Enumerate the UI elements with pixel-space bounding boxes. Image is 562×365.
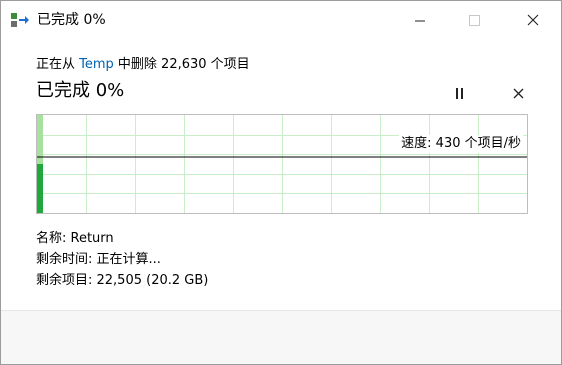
title-bar[interactable]: 已完成 0% bbox=[1, 1, 561, 39]
speed-graph-canvas bbox=[37, 115, 527, 213]
operation-description: 正在从 Temp 中删除 22,630 个项目 bbox=[36, 56, 250, 74]
speed-bar bbox=[37, 164, 43, 213]
operation-suffix: 中删除 22,630 个项目 bbox=[113, 57, 250, 72]
speed-graph: 速度: 430 个项目/秒 bbox=[36, 114, 528, 214]
pause-button[interactable] bbox=[449, 83, 471, 103]
time-remaining: 剩余时间: 正在计算... bbox=[36, 252, 161, 267]
pause-icon bbox=[455, 84, 465, 103]
speed-label: 速度: 430 个项目/秒 bbox=[399, 135, 523, 153]
close-icon bbox=[527, 11, 539, 30]
minimize-button[interactable] bbox=[397, 1, 443, 39]
operation-prefix: 正在从 bbox=[36, 57, 80, 72]
maximize-button[interactable] bbox=[451, 1, 497, 39]
source-folder-link[interactable]: Temp bbox=[79, 57, 114, 72]
window-title: 已完成 0% bbox=[37, 12, 106, 28]
copy-move-icon bbox=[11, 12, 29, 28]
footer-area bbox=[1, 311, 561, 364]
cancel-icon bbox=[513, 84, 524, 103]
file-operation-dialog: 已完成 0% 正在从 Temp 中删除 22,630 个项目 已完成 0% 速度… bbox=[0, 0, 562, 365]
maximize-icon bbox=[468, 11, 480, 30]
progress-status: 已完成 0% bbox=[36, 80, 125, 101]
cancel-button[interactable] bbox=[507, 83, 529, 103]
close-button[interactable] bbox=[510, 1, 556, 39]
item-name: 名称: Return bbox=[36, 231, 114, 246]
items-remaining: 剩余项目: 22,505 (20.2 GB) bbox=[36, 273, 209, 288]
minimize-icon bbox=[415, 11, 425, 30]
